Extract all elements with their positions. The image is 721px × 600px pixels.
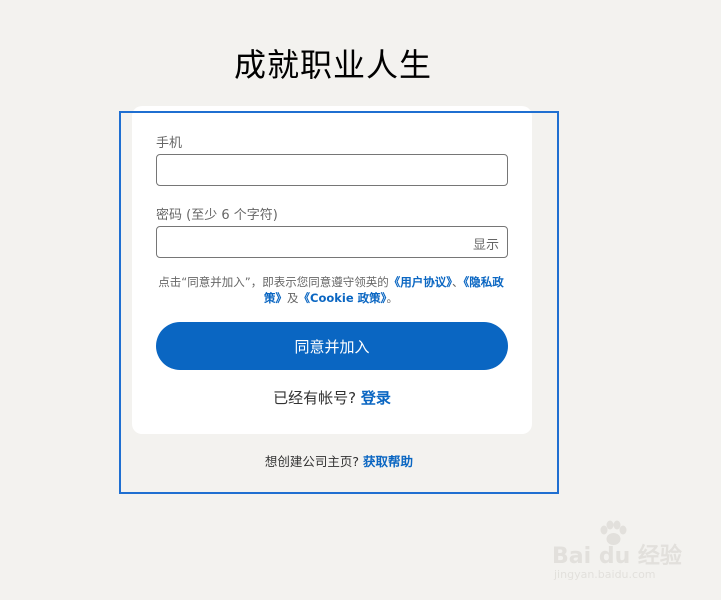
- watermark-sub-text: jingyan.baidu.com: [554, 568, 656, 581]
- company-prompt-text: 想创建公司主页?: [264, 454, 360, 469]
- highlight-frame: [119, 111, 559, 494]
- get-help-link[interactable]: 获取帮助: [363, 454, 413, 469]
- watermark-main-text: Bai du 经验: [552, 544, 682, 569]
- company-page-row: 想创建公司主页? 获取帮助: [119, 451, 559, 470]
- page-headline: 成就职业人生: [233, 46, 432, 84]
- baidu-jingyan-watermark: Bai du 经验 jingyan.baidu.com: [552, 520, 712, 590]
